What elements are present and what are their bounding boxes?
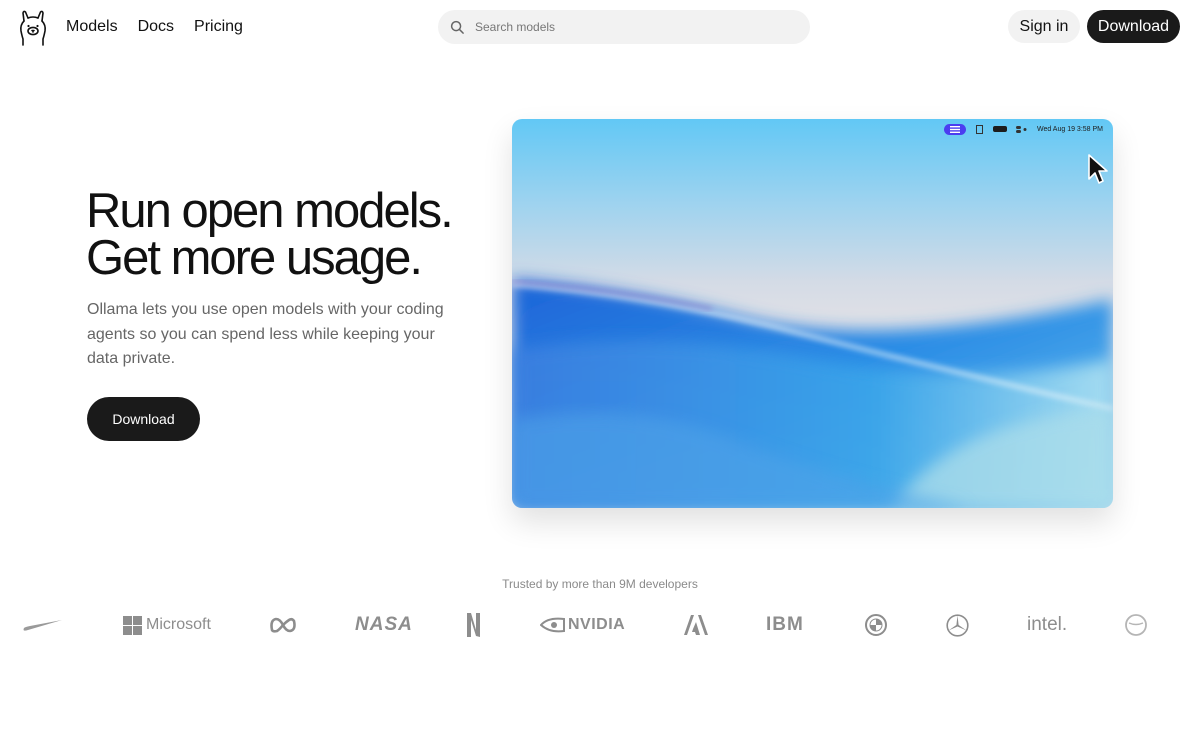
brand-logo-strip: Microsoft NASA NVIDIA IBM intel. (0, 608, 1200, 642)
netflix-logo (466, 608, 481, 642)
ollama-logo-icon[interactable] (18, 9, 48, 47)
wallpaper-image (512, 119, 1113, 508)
desktop-preview: Wed Aug 19 3:58 PM (512, 119, 1113, 508)
menu-bar: Wed Aug 19 3:58 PM (943, 123, 1103, 135)
headline-line-1: Run open models. (86, 184, 454, 238)
mercedes-star-icon (946, 613, 969, 637)
battery-icon (992, 126, 1007, 132)
ibm-wordmark: IBM (766, 614, 804, 635)
nasa-logo: NASA (355, 608, 413, 642)
menubar-app-icon (943, 123, 966, 135)
sign-in-button[interactable]: Sign in (1008, 10, 1080, 43)
search-icon (450, 20, 464, 34)
menubar-clock: Wed Aug 19 3:58 PM (1036, 125, 1103, 133)
hero-headline: Run open models. Get more usage. (86, 184, 454, 285)
netflix-n-icon (467, 613, 480, 637)
intel-logo: intel. (1027, 608, 1067, 642)
nav-link-models[interactable]: Models (66, 17, 118, 37)
trusted-by-label: Trusted by more than 9M developers (502, 577, 698, 591)
mouse-cursor-icon (1088, 154, 1108, 184)
nasa-wordmark: NASA (355, 614, 413, 635)
hero-download-button[interactable]: Download (87, 397, 200, 441)
microsoft-logo: Microsoft (123, 608, 211, 642)
adobe-a-icon (684, 615, 708, 635)
headline-line-2: Get more usage. (86, 231, 423, 285)
nav-link-pricing[interactable]: Pricing (194, 17, 243, 37)
microsoft-wordmark: Microsoft (146, 616, 211, 633)
primary-nav: Models Docs Pricing (66, 17, 263, 37)
hero-subtext: Ollama lets you use open models with you… (87, 301, 444, 367)
ibm-logo: IBM (766, 608, 804, 642)
control-center-icon (1015, 125, 1027, 133)
nike-logo (22, 608, 64, 642)
meta-infinity-icon (270, 617, 296, 633)
circle-brand-logo (1124, 608, 1148, 642)
nav-download-button[interactable]: Download (1087, 10, 1180, 43)
nvidia-eye-icon (540, 617, 565, 633)
adobe-logo (684, 608, 708, 642)
meta-logo (269, 608, 297, 642)
nvidia-logo: NVIDIA (540, 608, 625, 642)
bmw-roundel-icon (865, 614, 887, 636)
nav-link-docs[interactable]: Docs (138, 17, 174, 37)
top-nav: Models Docs Pricing Sign in Download (0, 0, 1200, 54)
intel-wordmark: intel. (1027, 614, 1068, 635)
search-bar[interactable] (438, 10, 810, 44)
bmw-logo (865, 608, 887, 642)
circle-brand-icon (1125, 614, 1147, 636)
search-input[interactable] (475, 20, 775, 34)
mercedes-logo (946, 608, 969, 642)
nvidia-wordmark: NVIDIA (568, 616, 626, 633)
microsoft-squares-icon (123, 615, 142, 635)
document-icon (975, 124, 983, 134)
nike-swoosh-icon (23, 620, 62, 631)
